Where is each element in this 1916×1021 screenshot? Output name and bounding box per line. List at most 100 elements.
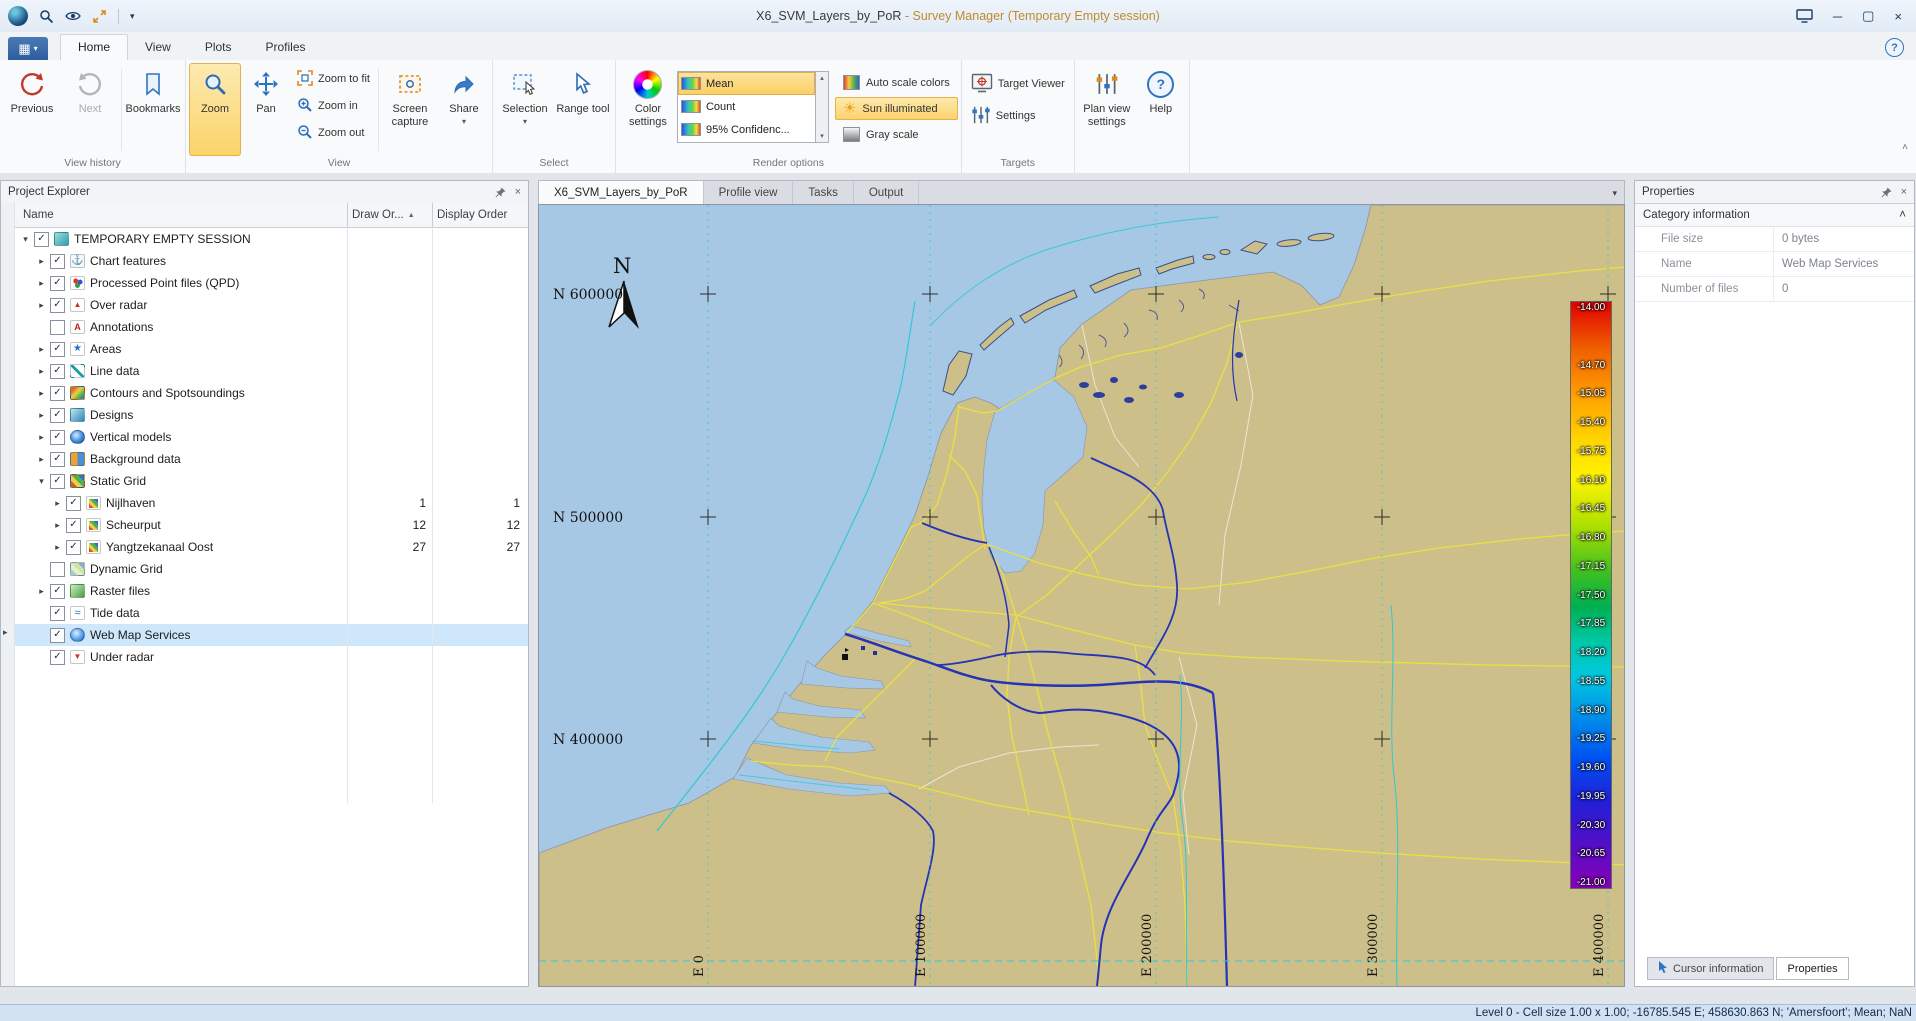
checkbox[interactable]: ✓	[66, 496, 81, 511]
tree-item-areas[interactable]: ▸ ✓ Areas	[15, 338, 528, 360]
collapse-section-icon[interactable]: ˄	[1899, 209, 1906, 221]
sun-illuminated-button[interactable]: ☀ Sun illuminated	[835, 97, 958, 120]
close-icon[interactable]: ×	[1901, 186, 1907, 198]
checkbox[interactable]: ✓	[50, 298, 65, 313]
checkbox[interactable]: ✓	[50, 452, 65, 467]
minimize-button[interactable]: ─	[1833, 9, 1842, 24]
column-display-order[interactable]: Display Order	[432, 203, 528, 227]
doc-tab-tasks[interactable]: Tasks	[793, 181, 853, 204]
doc-tab-output[interactable]: Output	[854, 181, 920, 204]
tree-item-under-radar[interactable]: ✓ Under radar	[15, 646, 528, 668]
checkbox[interactable]: ✓	[50, 628, 65, 643]
expand-arrow-icon[interactable]: ▸	[51, 498, 64, 509]
checkbox[interactable]: ✓	[50, 408, 65, 423]
ribbon-tab-home[interactable]: Home	[60, 34, 128, 60]
checkbox[interactable]: ✓	[66, 540, 81, 555]
tree-item-chart-features[interactable]: ▸ ✓ Chart features	[15, 250, 528, 272]
expand-arrow-icon[interactable]: ▸	[35, 366, 48, 377]
doc-tab-profile-view[interactable]: Profile view	[704, 181, 794, 204]
ribbon-help-icon[interactable]: ?	[1885, 38, 1904, 57]
scroll-down-icon[interactable]: ▾	[820, 132, 824, 140]
tree-item-scheurput[interactable]: ▸ ✓ Scheurput 12 12	[15, 514, 528, 536]
bookmarks-button[interactable]: Bookmarks	[124, 63, 182, 156]
checkbox[interactable]	[50, 562, 65, 577]
checkbox[interactable]: ✓	[50, 430, 65, 445]
zoom-in-button[interactable]: Zoom in	[291, 93, 376, 119]
expand-arrow-icon[interactable]: ▸	[35, 432, 48, 443]
ribbon-tab-view[interactable]: View	[128, 35, 188, 60]
auto-scale-colors-button[interactable]: Auto scale colors	[835, 71, 958, 94]
collapse-ribbon-icon[interactable]: ˄	[1902, 142, 1908, 153]
checkbox[interactable]: ✓	[66, 518, 81, 533]
cursor-information-tab[interactable]: Cursor information	[1647, 957, 1774, 980]
map-viewport[interactable]: N N 600000 N 500000 N 400000 E 0 E 10000…	[538, 204, 1625, 987]
expand-arrow-icon[interactable]: ▸	[35, 410, 48, 421]
selection-button[interactable]: Selection ▾	[496, 63, 554, 156]
zoom-to-fit-button[interactable]: Zoom to fit	[291, 66, 376, 92]
fullscreen-icon[interactable]	[92, 9, 107, 24]
plan-view-map[interactable]: N N 600000 N 500000 N 400000 E 0 E 10000…	[539, 205, 1625, 987]
checkbox[interactable]	[50, 320, 65, 335]
checkbox[interactable]: ✓	[50, 606, 65, 621]
expand-arrow-icon[interactable]: ▸	[35, 586, 48, 597]
properties-tab[interactable]: Properties	[1776, 957, 1848, 980]
checkbox[interactable]: ✓	[50, 342, 65, 357]
layer-item-confidence[interactable]: 95% Confidenc...	[678, 118, 815, 141]
checkbox[interactable]: ✓	[50, 386, 65, 401]
tree-item-dynamic-grid[interactable]: Dynamic Grid	[15, 558, 528, 580]
expand-arrow-icon[interactable]: ▸	[35, 278, 48, 289]
checkbox[interactable]: ✓	[50, 650, 65, 665]
ribbon-tab-profiles[interactable]: Profiles	[249, 35, 323, 60]
column-name[interactable]: Name	[15, 209, 347, 221]
expand-arrow-icon[interactable]: ▸	[35, 300, 48, 311]
tree-item-background-data[interactable]: ▸ ✓ Background data	[15, 448, 528, 470]
pin-icon[interactable]	[495, 187, 506, 198]
previous-button[interactable]: Previous	[3, 63, 61, 156]
help-button[interactable]: ? Help	[1136, 63, 1186, 156]
expand-arrow-icon[interactable]: ▸	[51, 520, 64, 531]
tree-item-vertical-models[interactable]: ▸ ✓ Vertical models	[15, 426, 528, 448]
checkbox[interactable]: ✓	[50, 254, 65, 269]
tree-item-nijlhaven[interactable]: ▸ ✓ Nijlhaven 1 1	[15, 492, 528, 514]
pin-icon[interactable]	[1881, 187, 1892, 198]
scroll-up-icon[interactable]: ▴	[820, 74, 824, 82]
tree-item-yangtzekanaal-oost[interactable]: ▸ ✓ Yangtzekanaal Oost 27 27	[15, 536, 528, 558]
color-settings-button[interactable]: Color settings	[619, 63, 677, 156]
expand-arrow-icon[interactable]: ▸	[35, 454, 48, 465]
tree-item-web-map-services[interactable]: ✓ Web Map Services	[15, 624, 528, 646]
app-menu-button[interactable]: ▦ ▾	[8, 37, 48, 60]
checkbox[interactable]: ✓	[50, 474, 65, 489]
layer-item-count[interactable]: Count	[678, 95, 815, 118]
tree-item-session[interactable]: ▾ ✓ TEMPORARY EMPTY SESSION	[15, 228, 528, 250]
ribbon-tab-plots[interactable]: Plots	[188, 35, 249, 60]
zoom-out-button[interactable]: Zoom out	[291, 120, 376, 146]
tree-item-tide-data[interactable]: ✓ Tide data	[15, 602, 528, 624]
maximize-button[interactable]: ▢	[1862, 8, 1874, 24]
checkbox[interactable]: ✓	[50, 364, 65, 379]
expand-arrow-icon[interactable]: ▸	[51, 542, 64, 553]
column-draw-order[interactable]: Draw Or... ▲	[347, 203, 432, 227]
doc-tab-plan-view[interactable]: X6_SVM_Layers_by_PoR	[539, 181, 704, 204]
next-button[interactable]: Next	[61, 63, 119, 156]
checkbox[interactable]: ✓	[50, 276, 65, 291]
gray-scale-button[interactable]: Gray scale	[835, 123, 958, 146]
quick-access-dropdown-icon[interactable]: ▾	[130, 11, 135, 22]
target-settings-button[interactable]: Settings	[965, 103, 1071, 129]
checkbox[interactable]: ✓	[34, 232, 49, 247]
tree-item-line-data[interactable]: ▸ ✓ Line data	[15, 360, 528, 382]
target-viewer-button[interactable]: Target Viewer	[965, 71, 1071, 97]
quick-zoom-icon[interactable]	[39, 9, 54, 24]
tab-list-dropdown-icon[interactable]: ▾	[1612, 188, 1617, 199]
tree-item-designs[interactable]: ▸ ✓ Designs	[15, 404, 528, 426]
plan-view-settings-button[interactable]: Plan view settings	[1078, 63, 1136, 156]
checkbox[interactable]: ✓	[50, 584, 65, 599]
range-tool-button[interactable]: Range tool	[554, 63, 612, 156]
expand-arrow-icon[interactable]: ▾	[35, 476, 48, 487]
layer-list-scrollbar[interactable]: ▴ ▾	[815, 72, 828, 142]
tree-item-static-grid[interactable]: ▾ ✓ Static Grid	[15, 470, 528, 492]
expand-arrow-icon[interactable]: ▾	[19, 234, 32, 245]
screen-capture-button[interactable]: Screen capture	[381, 63, 439, 156]
expand-arrow-icon[interactable]: ▸	[35, 344, 48, 355]
close-icon[interactable]: ×	[515, 186, 521, 198]
tree-item-raster-files[interactable]: ▸ ✓ Raster files	[15, 580, 528, 602]
